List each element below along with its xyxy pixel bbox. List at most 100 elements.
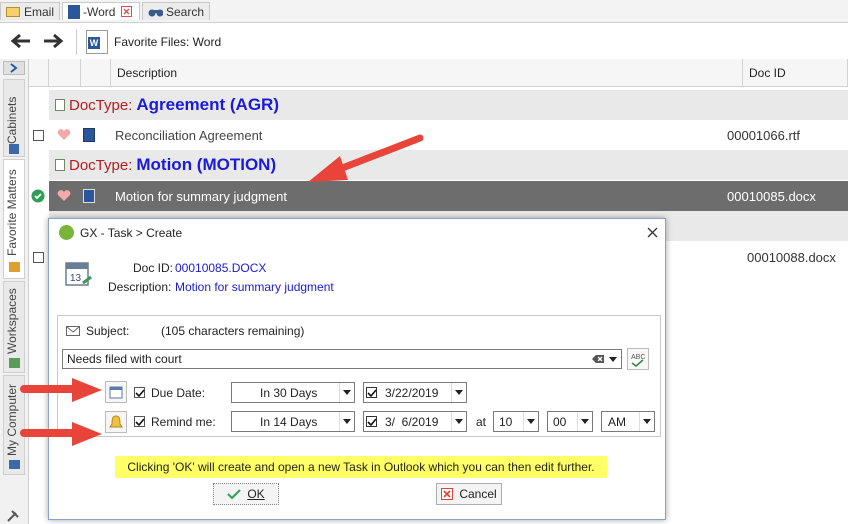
- due-date-value: 3/22/2019: [385, 385, 439, 400]
- tab-search[interactable]: Search: [142, 2, 210, 20]
- due-date-select-value: In 30 Days: [260, 385, 318, 400]
- row-doc-id: 00010085.docx: [727, 188, 816, 204]
- tools-icon[interactable]: [6, 509, 22, 523]
- row-doc-id: 00001066.rtf: [727, 127, 801, 143]
- cabinet-icon: [9, 144, 19, 154]
- reminder-date-value: 3/ 6/2019: [385, 414, 439, 429]
- reminder-select[interactable]: In 14 Days: [231, 411, 355, 432]
- spellcheck-icon: ABC: [631, 354, 645, 368]
- due-date-picker[interactable]: 3/22/2019: [363, 382, 467, 403]
- annotation-arrow-icon: [308, 134, 424, 182]
- close-icon[interactable]: [121, 6, 133, 17]
- calendar-task-icon: 13: [65, 262, 92, 286]
- ampm-select[interactable]: AM: [601, 411, 655, 432]
- tab-bar: Email -Word Search: [0, 0, 848, 23]
- tab-email-label: Email: [23, 4, 54, 19]
- minute-value: 00: [553, 414, 567, 429]
- chevron-down-icon: [455, 419, 463, 424]
- side-tab-workspaces[interactable]: Workspaces: [3, 281, 25, 373]
- chevron-down-icon[interactable]: [609, 356, 617, 362]
- side-tab-cabinets-label: Cabinets: [5, 96, 19, 144]
- annotation-arrow-icon: [20, 422, 102, 446]
- ok-button[interactable]: OK: [213, 483, 279, 505]
- task-create-dialog: GX - Task > Create 13 Doc ID: 00010085.D…: [48, 218, 666, 520]
- document-icon: [55, 159, 65, 171]
- table-row[interactable]: Reconciliation Agreement 00001066.rtf: [33, 120, 848, 150]
- document-icon: [55, 99, 65, 111]
- row-checkbox[interactable]: [33, 252, 44, 263]
- row-description: Motion for summary judgment: [115, 188, 287, 204]
- reminder-date-picker[interactable]: 3/ 6/2019: [363, 411, 467, 432]
- word-icon: [83, 128, 95, 142]
- column-doc-id-label: Doc ID: [749, 66, 786, 80]
- reminder-date-checkbox[interactable]: [366, 416, 377, 427]
- side-panel: Cabinets Favorite Matters Workspaces My …: [0, 59, 29, 524]
- row-checkbox[interactable]: [33, 130, 44, 141]
- dialog-title: GX - Task > Create: [80, 226, 183, 240]
- description-label: Description:: [108, 280, 172, 294]
- checkmark-circle-icon[interactable]: [31, 189, 45, 203]
- dialog-titlebar: GX - Task > Create: [49, 219, 665, 247]
- due-date-label: Due Date:: [151, 386, 206, 400]
- heart-icon[interactable]: [57, 190, 71, 202]
- due-date-picker-checkbox[interactable]: [366, 387, 377, 398]
- group-name: Agreement (AGR): [136, 95, 279, 114]
- chevron-down-icon: [643, 419, 651, 424]
- side-tab-my-computer-label: My Computer: [5, 383, 19, 456]
- side-tab-favorite-matters[interactable]: Favorite Matters: [3, 159, 25, 279]
- table-row-selected[interactable]: Motion for summary judgment 00010085.doc…: [31, 181, 848, 211]
- spellcheck-button[interactable]: ABC: [627, 348, 649, 370]
- envelope-icon: [6, 6, 20, 17]
- side-tab-favorite-matters-label: Favorite Matters: [5, 169, 19, 256]
- minute-select[interactable]: 00: [547, 411, 593, 432]
- chars-remaining: (105 characters remaining): [161, 324, 305, 338]
- tab-word[interactable]: -Word: [62, 2, 140, 20]
- notice-banner: Clicking 'OK' will create and open a new…: [115, 456, 607, 478]
- back-arrow-icon[interactable]: [10, 33, 32, 49]
- column-doc-id[interactable]: Doc ID: [743, 59, 848, 86]
- tab-search-label: Search: [165, 4, 204, 19]
- cancel-button[interactable]: Cancel: [436, 483, 502, 505]
- hour-value: 10: [499, 414, 513, 429]
- chevron-down-icon: [581, 419, 589, 424]
- side-tab-cabinets[interactable]: Cabinets: [3, 79, 25, 157]
- calendar-icon: [109, 386, 123, 399]
- clear-icon[interactable]: [591, 354, 605, 364]
- svg-text:ABC: ABC: [631, 354, 645, 361]
- toolbar-title: Favorite Files: Word: [114, 35, 222, 49]
- due-date-select[interactable]: In 30 Days: [231, 382, 355, 403]
- column-description-label: Description: [117, 66, 178, 80]
- group-name: Motion (MOTION): [136, 155, 277, 174]
- word-icon: [83, 189, 95, 203]
- group-row-agreement[interactable]: DocType: Agreement (AGR): [49, 90, 848, 120]
- column-description[interactable]: Description: [111, 59, 743, 86]
- reminder-checkbox[interactable]: [134, 416, 145, 427]
- word-icon: [68, 4, 80, 19]
- group-prefix: DocType:: [69, 96, 133, 114]
- expand-button[interactable]: [3, 61, 25, 75]
- due-date-checkbox[interactable]: [134, 387, 145, 398]
- chevron-down-icon: [343, 390, 351, 395]
- subject-input-value: Needs filed with court: [67, 352, 182, 366]
- hour-select[interactable]: 10: [493, 411, 539, 432]
- ok-button-label: OK: [247, 487, 265, 501]
- side-tab-workspaces-label: Workspaces: [5, 288, 19, 354]
- notice-text: Clicking 'OK' will create and open a new…: [127, 460, 595, 474]
- workspace-icon: [9, 358, 20, 368]
- chevron-down-icon: [527, 419, 535, 424]
- cancel-button-label: Cancel: [459, 487, 497, 501]
- group-row-motion[interactable]: DocType: Motion (MOTION): [49, 150, 848, 180]
- cancel-icon: [441, 488, 454, 500]
- reminder-label: Remind me:: [151, 415, 216, 429]
- subject-input[interactable]: Needs filed with court: [62, 349, 622, 369]
- close-icon[interactable]: [647, 227, 658, 238]
- app-logo-icon: [59, 225, 74, 240]
- due-date-button[interactable]: [105, 381, 127, 403]
- envelope-icon: [66, 326, 80, 336]
- reminder-button[interactable]: [105, 411, 127, 433]
- forward-arrow-icon[interactable]: [42, 33, 64, 49]
- tab-email[interactable]: Email: [0, 2, 60, 20]
- computer-icon: [9, 460, 20, 469]
- heart-icon[interactable]: [57, 129, 71, 141]
- row-doc-id: 00010088.docx: [747, 249, 836, 265]
